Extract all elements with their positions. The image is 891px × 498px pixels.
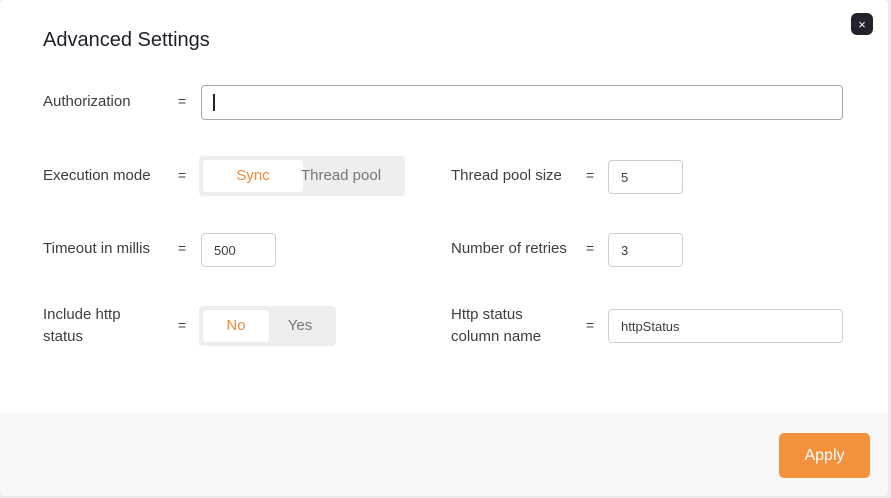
http-status-column-label: Http status column name xyxy=(451,304,541,348)
close-icon: × xyxy=(858,16,866,32)
text-caret xyxy=(213,94,215,111)
apply-button[interactable]: Apply xyxy=(779,433,870,478)
equals-sign: = xyxy=(586,167,595,183)
thread-pool-size-input[interactable] xyxy=(608,160,683,194)
http-status-column-input[interactable] xyxy=(608,309,843,343)
equals-sign: = xyxy=(586,317,595,333)
timeout-input[interactable] xyxy=(201,233,276,267)
dialog-footer xyxy=(0,413,888,496)
execution-mode-label: Execution mode xyxy=(43,167,151,184)
authorization-input[interactable] xyxy=(201,85,843,120)
close-button[interactable]: × xyxy=(851,13,873,35)
execution-mode-option-thread-pool[interactable]: Thread pool xyxy=(299,160,383,192)
advanced-settings-dialog: Advanced Settings × Authorization = Exec… xyxy=(0,0,888,496)
dialog-title: Advanced Settings xyxy=(43,29,210,51)
equals-sign: = xyxy=(178,93,187,109)
retries-input[interactable] xyxy=(608,233,683,267)
equals-sign: = xyxy=(178,317,187,333)
equals-sign: = xyxy=(178,240,187,256)
include-http-status-option-no[interactable]: No xyxy=(203,310,269,342)
include-http-status-label: Include http status xyxy=(43,304,121,348)
include-http-status-toggle: No Yes xyxy=(199,306,336,346)
retries-label: Number of retries xyxy=(451,240,567,257)
label-line: Include http xyxy=(43,306,121,323)
label-line: status xyxy=(43,328,84,345)
timeout-label: Timeout in millis xyxy=(43,240,150,257)
label-line: Http status xyxy=(451,306,523,323)
equals-sign: = xyxy=(178,167,187,183)
execution-mode-option-sync[interactable]: Sync xyxy=(203,160,303,192)
label-line: column name xyxy=(451,328,542,345)
include-http-status-option-yes[interactable]: Yes xyxy=(267,310,333,342)
thread-pool-size-label: Thread pool size xyxy=(451,167,562,184)
authorization-label: Authorization xyxy=(43,93,131,110)
execution-mode-toggle: Sync Thread pool xyxy=(199,156,405,196)
equals-sign: = xyxy=(586,240,595,256)
